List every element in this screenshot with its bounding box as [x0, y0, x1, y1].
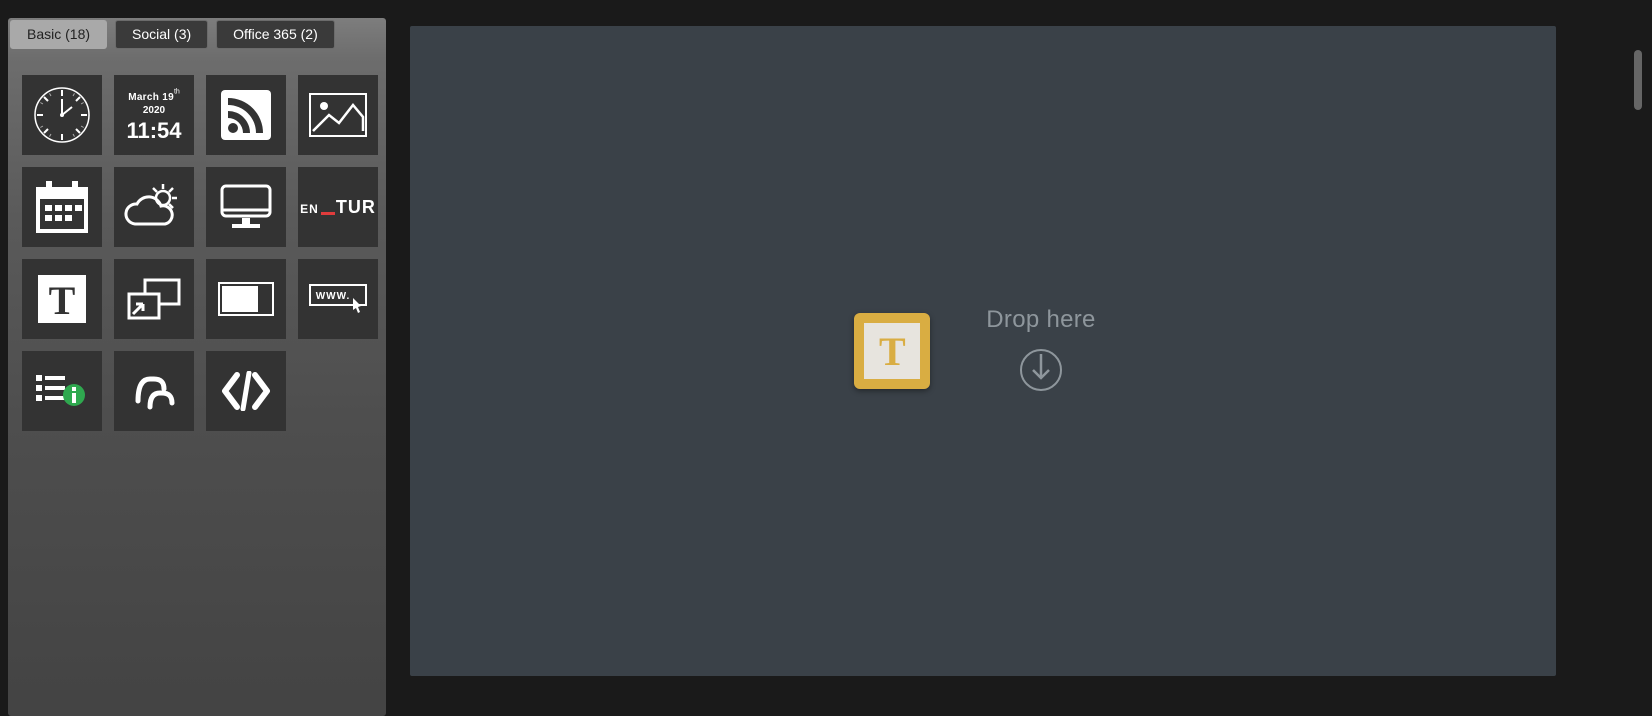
- entur-logo: ENTUR: [300, 197, 376, 218]
- widget-sidebar: Basic (18) Social (3) Office 365 (2): [8, 18, 386, 716]
- tab-office365[interactable]: Office 365 (2): [216, 20, 335, 49]
- widget-grid: March 19th 2020 11:54: [8, 49, 386, 445]
- tab-basic[interactable]: Basic (18): [10, 20, 107, 49]
- code-icon: [217, 371, 275, 411]
- download-arrow-icon: [1019, 348, 1063, 392]
- drop-label: Drop here: [986, 306, 1095, 334]
- drop-canvas[interactable]: T Drop here: [410, 26, 1556, 676]
- code-widget[interactable]: [206, 351, 286, 431]
- weather-widget[interactable]: [114, 167, 194, 247]
- popout-icon: [127, 278, 181, 320]
- text-widget[interactable]: T: [22, 259, 102, 339]
- year-line: 2020: [143, 105, 165, 116]
- image-icon: [309, 93, 367, 137]
- image-widget[interactable]: [298, 75, 378, 155]
- tab-social[interactable]: Social (3): [115, 20, 208, 49]
- vertical-scrollbar[interactable]: [1634, 50, 1642, 110]
- monitor-icon: [218, 182, 274, 232]
- text-icon: T: [864, 323, 920, 379]
- url-icon: WWW.: [309, 284, 367, 314]
- svg-text:WWW.: WWW.: [316, 291, 351, 302]
- info-list-icon: [34, 371, 90, 411]
- drop-hint: Drop here: [986, 306, 1095, 397]
- clock-icon: [32, 85, 92, 145]
- app-root: Basic (18) Social (3) Office 365 (2): [0, 0, 1652, 716]
- calendar-widget[interactable]: [22, 167, 102, 247]
- svg-text:T: T: [49, 278, 76, 323]
- info-list-widget[interactable]: [22, 351, 102, 431]
- tab-bar: Basic (18) Social (3) Office 365 (2): [8, 18, 386, 49]
- clock-widget[interactable]: [22, 75, 102, 155]
- entur-widget[interactable]: ENTUR: [298, 167, 378, 247]
- rss-widget[interactable]: [206, 75, 286, 155]
- rss-icon: [219, 88, 273, 142]
- text-icon: T: [35, 272, 89, 326]
- panel-widget[interactable]: [206, 259, 286, 339]
- calendar-icon: [32, 177, 92, 237]
- datetime-widget[interactable]: March 19th 2020 11:54: [114, 75, 194, 155]
- time-line: 11:54: [126, 119, 181, 143]
- ruter-widget[interactable]: [114, 351, 194, 431]
- drag-preview-text-widget[interactable]: T: [854, 313, 930, 389]
- web-widget[interactable]: WWW.: [298, 259, 378, 339]
- drop-center: T Drop here: [854, 306, 1095, 397]
- screen-widget[interactable]: [206, 167, 286, 247]
- panel-icon: [218, 282, 274, 316]
- weather-icon: [123, 182, 185, 232]
- iframe-widget[interactable]: [114, 259, 194, 339]
- date-line: March 19th: [128, 87, 180, 105]
- ruter-icon: [132, 369, 176, 413]
